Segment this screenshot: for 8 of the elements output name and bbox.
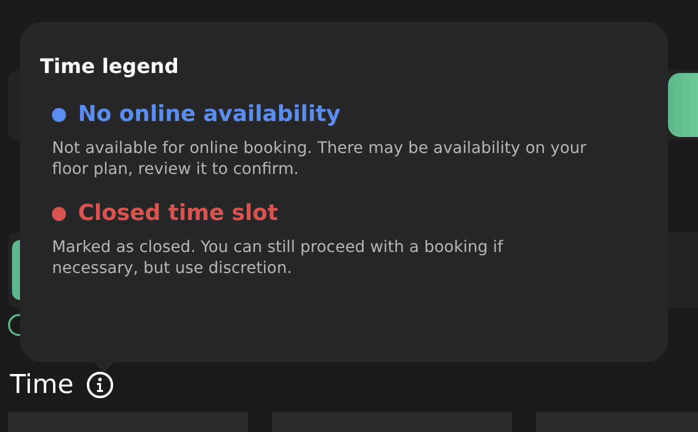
legend-description: Not available for online booking. There may be availability on your floor plan, review it to confirm. — [52, 137, 588, 179]
legend-label: No online availability — [78, 102, 340, 127]
action-button[interactable] — [668, 73, 698, 137]
popover-title: Time legend — [40, 54, 179, 78]
info-icon[interactable] — [86, 371, 114, 399]
legend-label: Closed time slot — [78, 201, 278, 226]
legend-description: Marked as closed. You can still proceed with a booking if necessary, but use discretion. — [52, 236, 504, 278]
time-label: Time — [10, 370, 74, 400]
